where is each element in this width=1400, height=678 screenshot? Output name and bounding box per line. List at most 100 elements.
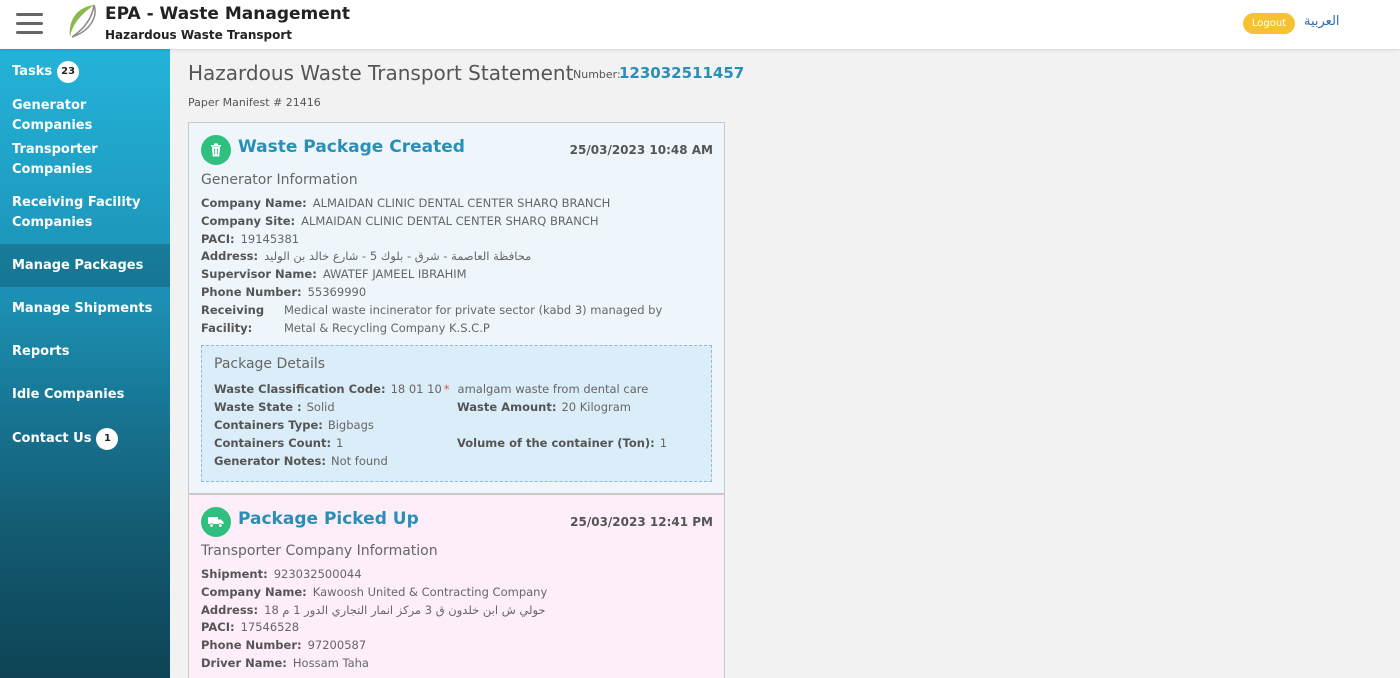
language-switch-link[interactable]: العربية — [1304, 14, 1340, 29]
field-row: Company Name: Kawoosh United & Contracti… — [201, 584, 711, 602]
waste-package-created-card: Waste Package Created 25/03/2023 10:48 A… — [188, 122, 725, 494]
section-title: Generator Information — [201, 172, 358, 188]
field-label: Address: — [201, 602, 259, 617]
required-mark: * — [443, 382, 450, 396]
sidebar-item-manage-packages[interactable]: Manage Packages — [0, 244, 170, 287]
field-label: Waste Classification Code: — [214, 382, 386, 396]
field-label: Shipment: — [201, 567, 268, 581]
field-row: Phone Number: 55369990 — [201, 284, 711, 302]
field-row: Company Name: ALMAIDAN CLINIC DENTAL CEN… — [201, 195, 711, 213]
status-date: 25/03/2023 10:48 AM — [569, 143, 713, 157]
app-title: EPA - Waste Management — [105, 4, 351, 24]
field-value: محافظة العاصمة - شرق - بلوك 5 - شارع خال… — [264, 249, 532, 264]
field-label: Containers Count: — [214, 436, 332, 450]
paper-manifest: Paper Manifest # 21416 — [188, 96, 321, 109]
field-row: Receiving Facility: Medical waste incine… — [201, 302, 711, 338]
container-volume-row: Volume of the container (Ton): 1 — [457, 436, 667, 450]
waste-state-row: Waste State : Solid — [214, 400, 335, 414]
sidebar-item-transporter-companies[interactable]: Transporter Companies — [0, 138, 170, 181]
app-subtitle: Hazardous Waste Transport — [105, 28, 292, 42]
sidebar: Tasks 23 Generator Companies Transporter… — [0, 49, 170, 678]
field-value: 1 — [659, 436, 668, 450]
field-label: Supervisor Name: — [201, 267, 317, 282]
leaf-logo-icon — [69, 4, 96, 38]
field-value: 20 Kilogram — [561, 400, 631, 414]
field-row: PACI: 17546528 — [201, 619, 711, 637]
sidebar-item-contact-us[interactable]: Contact Us 1 — [0, 416, 170, 461]
field-value: Hossam Taha — [292, 655, 369, 670]
status-date: 25/03/2023 12:41 PM — [570, 515, 713, 529]
sidebar-item-label: Generator Companies — [12, 98, 93, 133]
field-label: PACI: — [201, 231, 235, 246]
field-label: PACI: — [201, 620, 235, 635]
field-row: Shipment: 923032500044 — [201, 566, 711, 584]
waste-amount-row: Waste Amount: 20 Kilogram — [457, 400, 631, 414]
containers-type-row: Containers Type: Bigbags — [214, 418, 374, 432]
field-label: Company Name: — [201, 196, 307, 210]
main-content: Hazardous Waste Transport Statement Numb… — [170, 49, 1400, 678]
field-value: Not found — [331, 454, 388, 468]
status-title: Package Picked Up — [238, 509, 419, 529]
sidebar-item-generator-companies[interactable]: Generator Companies — [0, 94, 170, 138]
field-row: Driver Name: Hossam Taha — [201, 655, 711, 673]
field-label: Volume of the container (Ton): — [457, 436, 655, 450]
field-label: Phone Number: — [201, 284, 302, 299]
field-row: Phone Number: 97200587 — [201, 637, 711, 655]
field-value: Solid — [306, 400, 335, 414]
field-row: Company Site: ALMAIDAN CLINIC DENTAL CEN… — [201, 213, 711, 231]
logout-button[interactable]: Logout — [1243, 13, 1295, 34]
tasks-count-badge: 23 — [57, 60, 80, 83]
field-value: ALMAIDAN CLINIC DENTAL CENTER SHARQ BRAN… — [312, 196, 611, 210]
generator-notes-row: Generator Notes: Not found — [214, 454, 388, 468]
field-label: Driver Name: — [201, 655, 287, 670]
section-title: Transporter Company Information — [201, 543, 438, 559]
generator-fields: Company Name: ALMAIDAN CLINIC DENTAL CEN… — [201, 195, 711, 337]
containers-count-row: Containers Count: 1 — [214, 436, 343, 450]
trash-icon — [201, 135, 231, 165]
field-value: 923032500044 — [273, 567, 362, 581]
sidebar-item-idle-companies[interactable]: Idle Companies — [0, 373, 170, 416]
statement-number: 123032511457 — [619, 64, 745, 82]
field-label: Waste State : — [214, 400, 302, 414]
hamburger-menu-icon[interactable] — [16, 13, 43, 35]
waste-classification-row: Waste Classification Code: 18 01 10 * amalg… — [214, 382, 648, 396]
page-title: Hazardous Waste Transport Statement — [188, 61, 574, 85]
field-label: Waste Amount: — [457, 400, 557, 414]
sidebar-item-label: Manage Packages — [12, 257, 144, 273]
field-value: AWATEF JAMEEL IBRAHIM — [322, 267, 467, 282]
truck-icon — [201, 507, 231, 537]
field-label: Phone Number: — [201, 638, 302, 653]
field-value: 55369990 — [307, 284, 367, 299]
sidebar-item-manage-shipments[interactable]: Manage Shipments — [0, 287, 170, 330]
field-label: Company Name: — [201, 584, 307, 599]
sidebar-item-receiving-facility-companies[interactable]: Receiving Facility Companies — [0, 181, 170, 244]
transporter-fields: Shipment: 923032500044 Company Name: Kaw… — [201, 566, 711, 673]
package-details-box: Package Details Waste Classification Cod… — [201, 345, 712, 482]
sidebar-item-label: Contact Us — [12, 430, 92, 446]
field-row: Supervisor Name: AWATEF JAMEEL IBRAHIM — [201, 266, 711, 284]
field-value: Kawoosh United & Contracting Company — [312, 584, 548, 599]
field-label: Receiving Facility: — [201, 302, 265, 335]
status-title: Waste Package Created — [238, 137, 465, 157]
sidebar-item-label: Reports — [12, 343, 70, 359]
sidebar-item-tasks[interactable]: Tasks 23 — [0, 49, 170, 94]
field-value: amalgam waste from dental care — [457, 382, 649, 396]
field-value: Bigbags — [327, 418, 374, 432]
sidebar-item-label: Manage Shipments — [12, 300, 153, 316]
field-row: Address: حولي ش ابن خلدون ق 3 مركز انمار… — [201, 602, 711, 620]
field-label: Generator Notes: — [214, 454, 326, 468]
field-label: Containers Type: — [214, 418, 323, 432]
package-details-title: Package Details — [214, 356, 326, 372]
field-value: حولي ش ابن خلدون ق 3 مركز انمار التجاري … — [264, 602, 546, 617]
field-value: Medical waste incinerator for private se… — [284, 302, 663, 335]
field-value: 1 — [336, 436, 344, 450]
sidebar-item-label: Receiving Facility Companies — [12, 194, 141, 230]
sidebar-item-reports[interactable]: Reports — [0, 330, 170, 373]
contact-count-badge: 1 — [96, 427, 119, 450]
field-row: Address: محافظة العاصمة - شرق - بلوك 5 -… — [201, 248, 711, 266]
sidebar-item-label: Idle Companies — [12, 386, 125, 402]
top-header: EPA - Waste Management Hazardous Waste T… — [0, 0, 1400, 49]
sidebar-item-label: Transporter Companies — [12, 141, 98, 177]
field-value: 18 01 10 — [390, 382, 442, 396]
field-value: 17546528 — [240, 620, 300, 635]
